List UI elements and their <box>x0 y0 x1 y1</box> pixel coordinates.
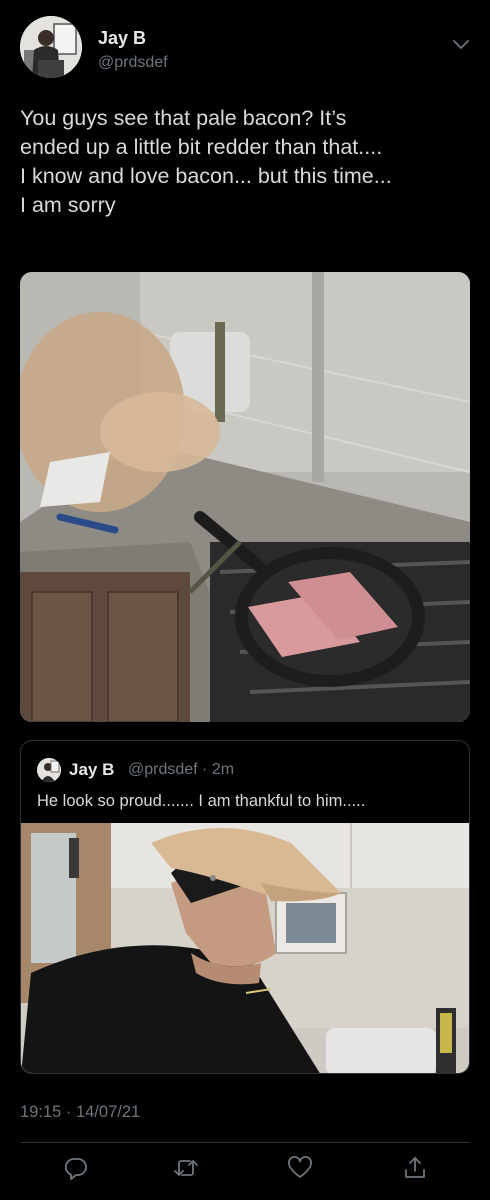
like-icon[interactable] <box>287 1155 313 1181</box>
tweet-text-line: I am sorry <box>20 193 116 217</box>
author-name[interactable]: Jay B <box>98 28 146 49</box>
quoted-author-avatar <box>37 758 61 782</box>
retweet-icon[interactable] <box>173 1155 199 1181</box>
tweet-text-line: I know and love bacon... but this time..… <box>20 164 392 188</box>
author-avatar[interactable] <box>20 16 82 78</box>
tweet-header: Jay B @prdsdef <box>20 16 470 80</box>
tweet-detail-page: Jay B @prdsdef You guys see that pale ba… <box>0 0 490 1200</box>
tweet-timestamp: 19:15 · 14/07/21 <box>20 1103 141 1121</box>
quoted-author-name: Jay B <box>69 760 115 779</box>
reply-icon[interactable] <box>63 1155 89 1181</box>
chevron-down-icon[interactable] <box>452 38 470 52</box>
quoted-author-handle: @prdsdef · 2m <box>128 761 235 778</box>
quoted-tweet-text: He look so proud....... I am thankful to… <box>37 792 366 810</box>
share-icon[interactable] <box>402 1155 428 1181</box>
tweet-text-line: You guys see that pale bacon? It’s <box>20 106 347 130</box>
divider <box>20 1142 470 1143</box>
quoted-tweet-card[interactable]: Jay B @prdsdef · 2m He look so proud....… <box>20 740 470 1074</box>
quoted-tweet-media-image[interactable] <box>21 823 469 1073</box>
tweet-action-bar <box>0 1155 490 1185</box>
tweet-text-line: ended up a little bit redder than that..… <box>20 135 383 159</box>
tweet-text: You guys see that pale bacon? It’s ended… <box>20 104 475 220</box>
author-handle[interactable]: @prdsdef <box>98 54 168 72</box>
tweet-media-image[interactable] <box>20 272 470 722</box>
